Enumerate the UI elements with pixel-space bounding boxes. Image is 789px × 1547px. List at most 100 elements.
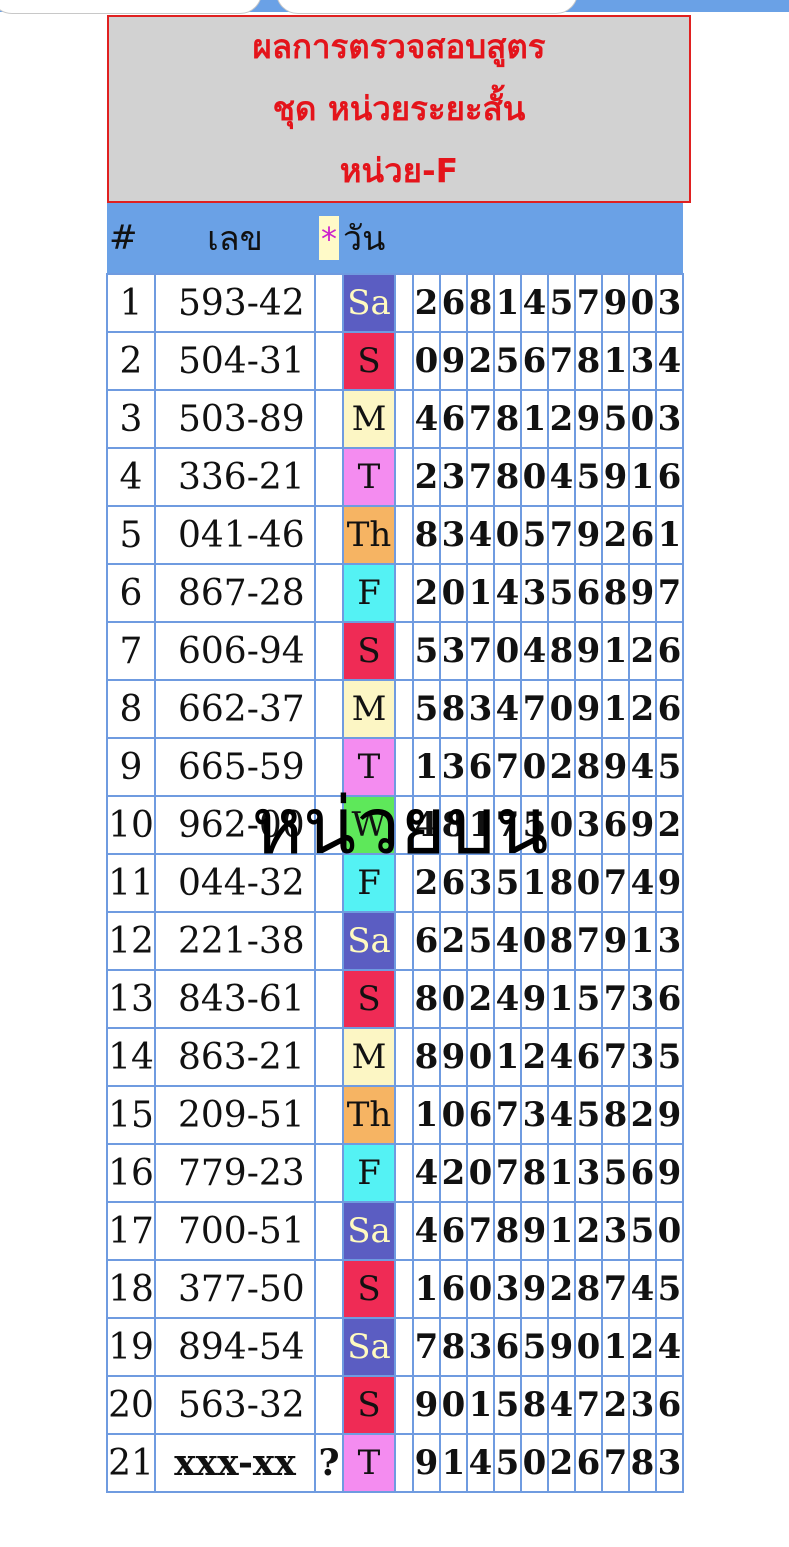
row-day-badge: Th: [342, 1085, 396, 1145]
row-digit: 8: [547, 911, 576, 971]
browser-tab[interactable]: [0, 0, 262, 14]
row-digit: 4: [547, 1085, 576, 1145]
title-line-1: ผลการตรวจสอบสูตร: [252, 27, 546, 66]
row-digit: 6: [655, 679, 684, 739]
row-digit: 4: [466, 505, 495, 565]
row-digit: 5: [655, 1259, 684, 1319]
row-digit: 6: [466, 737, 495, 797]
row-digit: 3: [655, 389, 684, 449]
row-digit: 9: [601, 273, 630, 333]
row-digit: 2: [628, 679, 657, 739]
row-digit: 8: [493, 1201, 522, 1261]
row-digit: 9: [439, 331, 468, 391]
row-digit: 4: [412, 389, 441, 449]
table-row: 10 962-00 W 4 8 1 7 5 0 3 6 9 2: [106, 795, 684, 855]
row-digit: 5: [601, 389, 630, 449]
table-row: 8 662-37 M 5 8 3 4 7 0 9 1 2 6: [106, 679, 684, 739]
row-digit: 7: [493, 1085, 522, 1145]
row-digit: 3: [520, 563, 549, 623]
row-day-badge: F: [342, 853, 396, 913]
title-panel: ผลการตรวจสอบสูตร ชุด หน่วยระยะสั้น หน่วย…: [107, 15, 691, 203]
row-number-value: 563-32: [154, 1375, 316, 1435]
row-day-badge: Sa: [342, 1317, 396, 1377]
row-day-badge: Th: [342, 505, 396, 565]
table-row: 17 700-51 Sa 4 6 7 8 9 1 2 3 5 0: [106, 1201, 684, 1261]
row-star: [314, 911, 344, 971]
row-digit: 4: [412, 1143, 441, 1203]
row-digit: 9: [520, 1259, 549, 1319]
table-row: 21 xxx-xx? T 9 1 4 5 0 2 6 7 8 3: [106, 1433, 684, 1493]
row-digit: 6: [466, 1085, 495, 1145]
row-digit: 8: [439, 795, 468, 855]
row-digit: 8: [493, 447, 522, 507]
row-digit: 9: [628, 795, 657, 855]
table-header: # เลข * วัน: [107, 203, 683, 274]
row-digit: 9: [574, 679, 603, 739]
row-digit: 2: [439, 911, 468, 971]
row-number: 14: [106, 1027, 156, 1087]
row-digit: 1: [412, 1259, 441, 1319]
row-digit: 0: [439, 969, 468, 1029]
row-digit: 2: [412, 447, 441, 507]
row-number: 6: [106, 563, 156, 623]
row-digit: 9: [520, 969, 549, 1029]
column-header-num: #: [107, 203, 155, 274]
row-digit: 1: [493, 273, 522, 333]
row-digit: 8: [547, 621, 576, 681]
row-spacer: [394, 853, 414, 913]
row-number: 16: [106, 1143, 156, 1203]
row-day-badge: S: [342, 331, 396, 391]
row-digit: 6: [655, 1375, 684, 1435]
row-digit: 3: [628, 331, 657, 391]
results-table: # เลข * วัน 1 593-42 Sa 2 6 8 1 4 5 7 9 0 3 2 504-31 S 0…: [106, 203, 684, 1493]
row-spacer: [394, 331, 414, 391]
row-digit: 9: [412, 1433, 441, 1493]
column-header-star: *: [315, 203, 343, 274]
row-digit: 5: [412, 621, 441, 681]
row-digit: 5: [628, 1201, 657, 1261]
table-body: 1 593-42 Sa 2 6 8 1 4 5 7 9 0 3 2 504-31 S 0 9 2 5 6 7 8 1 3 4 3 50…: [106, 273, 684, 1493]
row-digit: 8: [439, 1317, 468, 1377]
row-digit: 7: [412, 1317, 441, 1377]
row-digit: 7: [574, 273, 603, 333]
row-digit: 3: [628, 1375, 657, 1435]
row-digit: 4: [493, 679, 522, 739]
row-digit: 4: [493, 563, 522, 623]
row-number: 13: [106, 969, 156, 1029]
row-digit: 5: [520, 795, 549, 855]
row-digit: 0: [574, 1317, 603, 1377]
row-digit: 2: [466, 969, 495, 1029]
row-number: 10: [106, 795, 156, 855]
column-header-day: วัน: [343, 203, 683, 274]
row-spacer: [394, 1085, 414, 1145]
row-digit: 0: [439, 1375, 468, 1435]
table-row: 6 867-28 F 2 0 1 4 3 5 6 8 9 7: [106, 563, 684, 623]
row-digit: 9: [601, 447, 630, 507]
row-digit: 0: [520, 447, 549, 507]
row-number-value: 779-23: [154, 1143, 316, 1203]
row-spacer: [394, 273, 414, 333]
row-digit: 3: [439, 505, 468, 565]
row-number: 2: [106, 331, 156, 391]
row-digit: 7: [520, 679, 549, 739]
row-digit: 5: [574, 969, 603, 1029]
row-digit: 5: [520, 505, 549, 565]
browser-tab[interactable]: [276, 0, 578, 14]
row-digit: 9: [574, 505, 603, 565]
row-day-badge: M: [342, 679, 396, 739]
row-digit: 1: [601, 621, 630, 681]
table-row: 19 894-54 Sa 7 8 3 6 5 9 0 1 2 4: [106, 1317, 684, 1377]
row-star: [314, 1201, 344, 1261]
row-digit: 0: [439, 1085, 468, 1145]
row-digit: 4: [493, 911, 522, 971]
row-star: [314, 331, 344, 391]
row-digit: 8: [601, 563, 630, 623]
star-marker: *: [319, 216, 339, 260]
row-number-value: 863-21: [154, 1027, 316, 1087]
row-digit: 3: [466, 853, 495, 913]
row-number-value: 962-00: [154, 795, 316, 855]
row-digit: 0: [520, 911, 549, 971]
row-digit: 8: [412, 1027, 441, 1087]
row-digit: 0: [520, 1433, 549, 1493]
row-spacer: [394, 621, 414, 681]
